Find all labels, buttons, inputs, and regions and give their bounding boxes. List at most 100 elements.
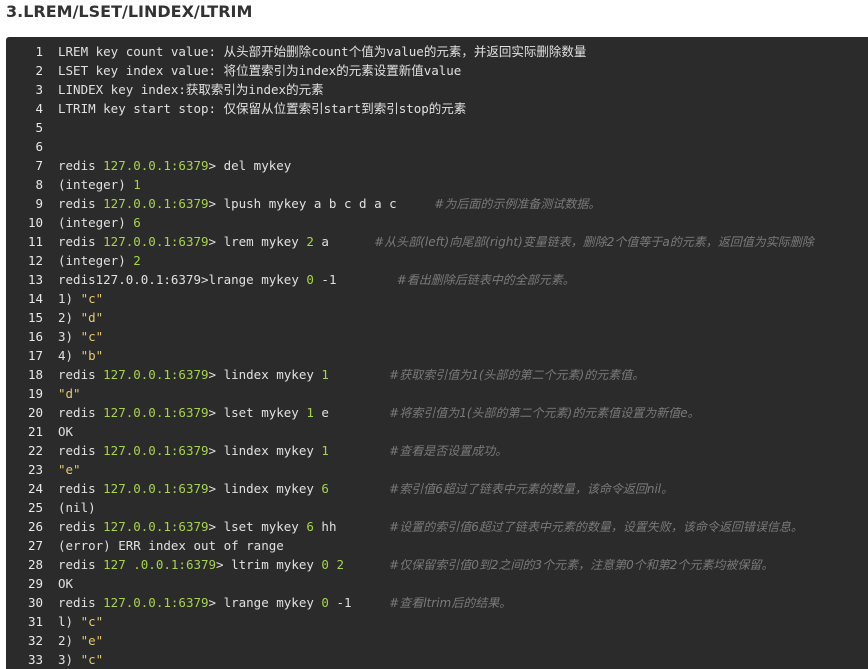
code-line: 17 4) "b" (6, 346, 868, 365)
line-content: redis 127.0.0.1:6379> lpush mykey a b c … (58, 194, 600, 214)
prompt-arrow: > (208, 367, 224, 382)
line-number: 30 (27, 595, 43, 610)
output-text: redis (58, 481, 104, 496)
line-content: redis127.0.0.1:6379>lrange mykey 0 -1 #看… (58, 270, 575, 290)
line-content: l) "c" (58, 612, 103, 631)
prompt-arrow: > (208, 481, 224, 496)
line-content: LTRIM key start stop: 仅保留从位置索引start到索引st… (58, 99, 466, 118)
command-text: lrem mykey (223, 234, 307, 249)
command-text: hh (313, 519, 390, 534)
line-content: redis 127.0.0.1:6379> lindex mykey 1 #查看… (58, 441, 507, 461)
output-text: redis (58, 367, 104, 382)
prompt-host: 127.0.0.1:6379 (103, 519, 209, 534)
number-token: 0 (321, 595, 329, 610)
line-content: 1) "c" (58, 289, 103, 308)
code-line: 25 (nil) (6, 498, 868, 517)
string-token: "e" (80, 633, 104, 648)
line-content: 2) "d" (58, 308, 103, 327)
command-text: -1 (328, 595, 390, 610)
command-text (329, 481, 389, 496)
number-token: 2 (306, 234, 314, 249)
line-number: 13 (27, 272, 43, 287)
line-number: 5 (35, 120, 43, 135)
line-number: 4 (35, 101, 43, 116)
code-comment: #看出删除后链表中的全部元素。 (396, 273, 575, 287)
output-text: redis (58, 405, 104, 420)
line-content: "d" (58, 384, 81, 403)
output-text: OK (58, 576, 74, 591)
string-token: "c" (80, 614, 104, 629)
line-content: LREM key count value: 从头部开始删除count个值为val… (58, 42, 586, 61)
line-content: (integer) 6 (58, 213, 141, 232)
code-line: 29 OK (6, 574, 868, 593)
code-line: 13 redis127.0.0.1:6379>lrange mykey 0 -1 … (6, 270, 868, 289)
output-text: redis (58, 196, 104, 211)
code-line: 27 (error) ERR index out of range (6, 536, 868, 555)
line-content: 3) "c" (58, 650, 103, 669)
output-text: 1) (58, 291, 81, 306)
output-text: l) (58, 614, 81, 629)
command-text: del mykey (223, 158, 292, 173)
line-content: redis 127.0.0.1:6379> lindex mykey 6 #索引… (58, 479, 673, 499)
prompt-host: 127.0.0.1:6379 (103, 443, 209, 458)
output-text: LINDEX key index:获取索引为index的元素 (58, 82, 324, 97)
line-content: LSET key index value: 将位置索引为index的元素设置新值… (58, 61, 461, 80)
prompt-host: 127 .0.0.1:6379 (103, 557, 217, 572)
code-comment: #将索引值为1(头部的第二个元素)的元素值设置为新值e。 (389, 406, 700, 420)
output-text: (integer) (58, 215, 134, 230)
code-line: 10 (integer) 6 (6, 213, 868, 232)
output-text: 3) (58, 329, 81, 344)
section-heading: 3.LREM/LSET/LINDEX/LTRIM (6, 2, 253, 21)
line-number: 24 (27, 481, 43, 496)
output-text: LSET key index value: 将位置索引为index的元素设置新值… (58, 63, 462, 78)
output-text: (nil) (58, 500, 96, 515)
line-number: 15 (27, 310, 43, 325)
prompt-host: 127.0.0.1:6379 (103, 367, 209, 382)
line-content: OK (58, 422, 73, 441)
prompt-arrow: > (208, 595, 224, 610)
code-line: 3 LINDEX key index:获取索引为index的元素 (6, 80, 868, 99)
output-text: 3) (58, 652, 81, 667)
prompt-host: 127.0.0.1:6379 (103, 234, 209, 249)
code-line: 14 1) "c" (6, 289, 868, 308)
line-number: 18 (27, 367, 43, 382)
line-content: redis 127.0.0.1:6379> lset mykey 1 e #将索… (58, 403, 700, 423)
code-line: 4 LTRIM key start stop: 仅保留从位置索引start到索引s… (6, 99, 868, 118)
prompt-arrow: > (208, 519, 224, 534)
code-line: 21 OK (6, 422, 868, 441)
output-text: OK (58, 424, 74, 439)
code-comment: #获取索引值为1(头部的第二个元素)的元素值。 (389, 368, 645, 382)
prompt-arrow: > (216, 557, 232, 572)
line-number: 22 (27, 443, 43, 458)
code-line: 15 2) "d" (6, 308, 868, 327)
string-token: "c" (80, 291, 104, 306)
string-token: "e" (58, 462, 81, 477)
line-number: 12 (27, 253, 43, 268)
line-number: 10 (27, 215, 43, 230)
string-token: "b" (80, 348, 104, 363)
code-block[interactable]: 1 LREM key count value: 从头部开始删除count个值为va… (6, 37, 868, 669)
prompt-arrow: > (208, 405, 224, 420)
line-number: 6 (35, 139, 43, 154)
output-text: redis127.0.0.1:6379 (58, 272, 201, 287)
line-number: 2 (35, 63, 43, 78)
line-number: 19 (27, 386, 43, 401)
line-number: 7 (35, 158, 43, 173)
code-line: 1 LREM key count value: 从头部开始删除count个值为va… (6, 42, 868, 61)
command-text: lrange mykey (223, 595, 322, 610)
output-text: LREM key count value: 从头部开始删除count个值为val… (58, 44, 587, 59)
prompt-arrow: > (208, 158, 224, 173)
line-content: OK (58, 574, 73, 593)
code-comment: #从头部(left)向尾部(right)变量链表，删除2个值等于a的元素，返回值… (374, 235, 814, 249)
code-line: 24 redis 127.0.0.1:6379> lindex mykey 6 #… (6, 479, 868, 498)
line-number: 25 (27, 500, 43, 515)
command-text: a (313, 234, 375, 249)
code-line: 26 redis 127.0.0.1:6379> lset mykey 6 hh … (6, 517, 868, 536)
line-number: 11 (27, 234, 43, 249)
output-text: (integer) (58, 253, 134, 268)
string-token: "c" (80, 329, 104, 344)
code-line: 33 3) "c" (6, 650, 868, 669)
number-token: 0 (321, 557, 329, 572)
code-comment: #索引值6超过了链表中元素的数量，该命令返回nil。 (389, 482, 674, 496)
line-content: redis 127 .0.0.1:6379> ltrim mykey 0 2 #… (58, 555, 773, 575)
